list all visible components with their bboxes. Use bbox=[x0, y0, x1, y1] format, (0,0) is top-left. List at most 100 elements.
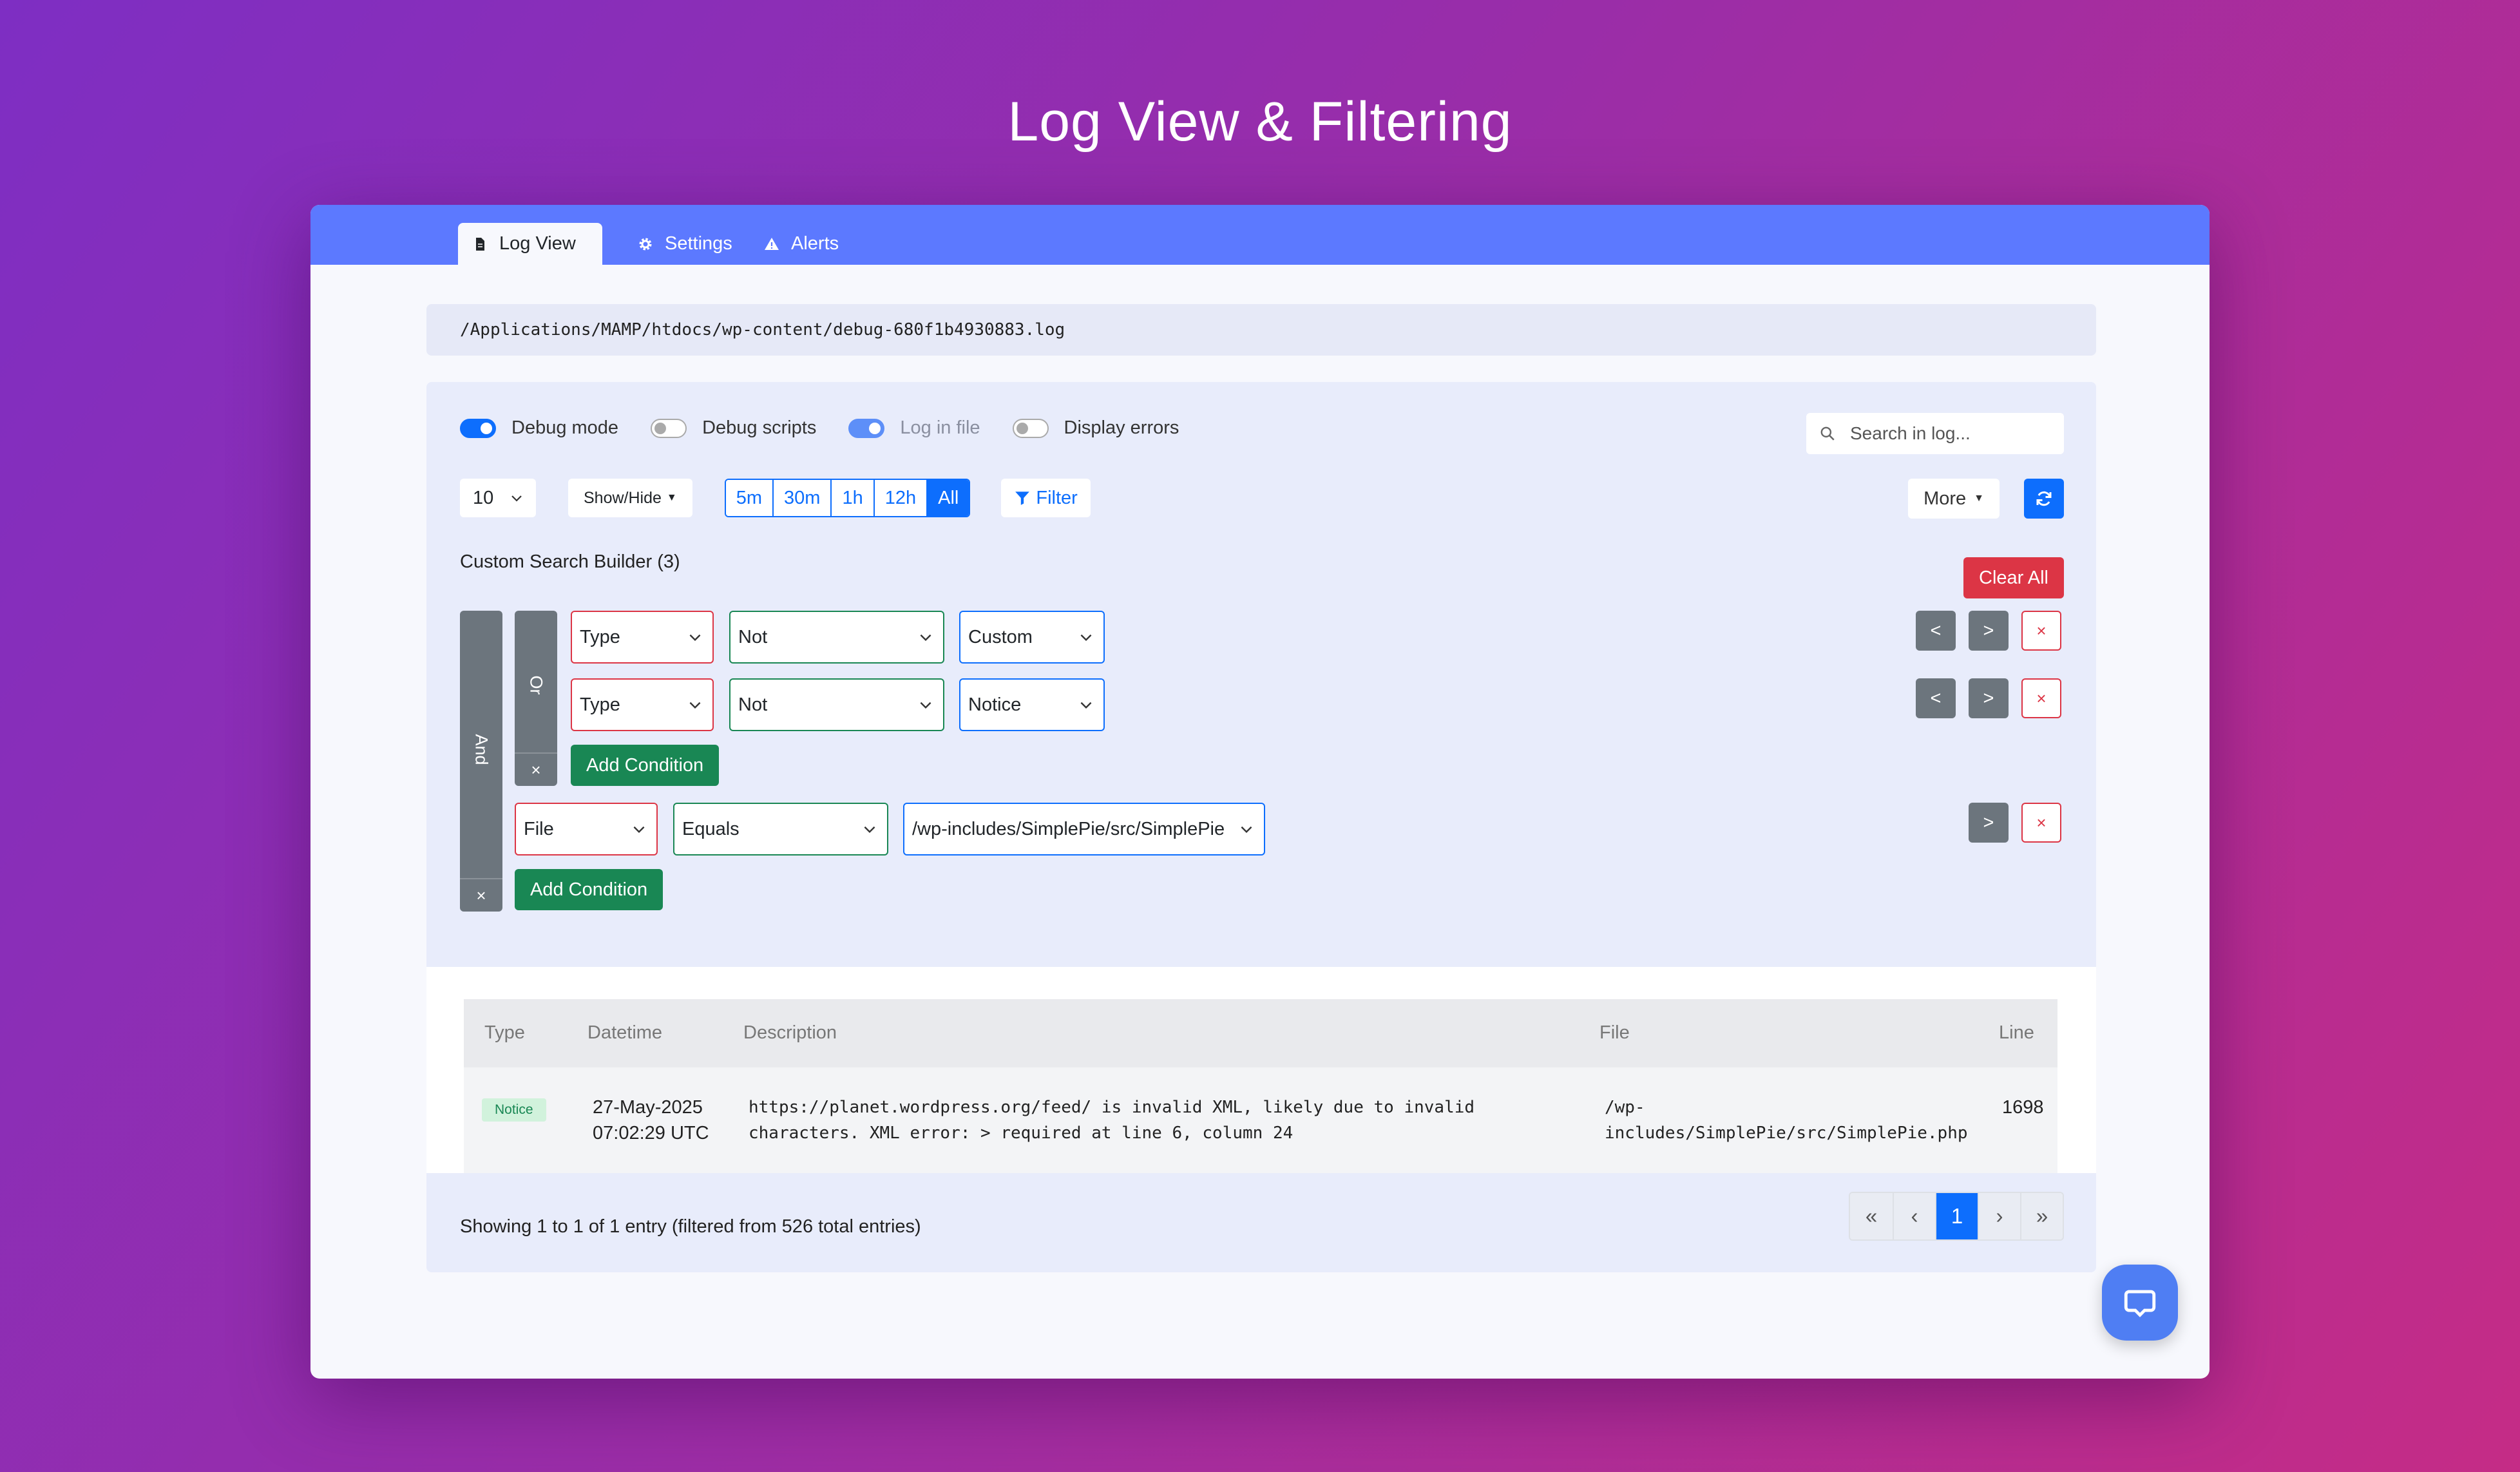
gear-icon bbox=[639, 238, 652, 250]
tab-log-view[interactable]: Log View bbox=[458, 223, 602, 265]
table-info: Showing 1 to 1 of 1 entry (filtered from… bbox=[460, 1216, 921, 1237]
search-builder-title: Custom Search Builder (3) bbox=[460, 551, 680, 572]
page-first-button[interactable]: « bbox=[1850, 1193, 1893, 1239]
condition-1-right-button[interactable]: > bbox=[1969, 611, 2009, 651]
column-header-line[interactable]: Line bbox=[1999, 1022, 2034, 1044]
chevron-down-icon bbox=[920, 634, 931, 642]
condition-3-value-select[interactable]: /wp-includes/SimplePie/src/SimplePie bbox=[903, 803, 1265, 855]
and-group-add-condition-button[interactable]: Add Condition bbox=[515, 869, 663, 910]
page-last-button[interactable]: » bbox=[2020, 1193, 2063, 1239]
chat-bubble-icon bbox=[2124, 1290, 2156, 1317]
remove-and-group-button[interactable]: × bbox=[460, 878, 502, 912]
caret-down-icon: ▼ bbox=[666, 492, 677, 503]
switch-debug-mode[interactable] bbox=[460, 418, 496, 438]
or-label: Or bbox=[526, 675, 546, 695]
tab-alerts[interactable]: Alerts bbox=[750, 223, 853, 265]
description-line-2: characters. XML error: > required at lin… bbox=[749, 1123, 1293, 1143]
log-table-container: Type Datetime Description File Line Noti… bbox=[426, 967, 2096, 1173]
filter-button[interactable]: Filter bbox=[1001, 479, 1091, 517]
datetime-date: 27-May-2025 bbox=[593, 1097, 703, 1118]
condition-1-field: Type bbox=[580, 626, 620, 647]
condition-2-value: Notice bbox=[968, 694, 1022, 715]
toggle-debug-mode[interactable]: Debug mode bbox=[460, 417, 618, 439]
condition-3-field: File bbox=[524, 818, 554, 839]
clear-all-button[interactable]: Clear All bbox=[1963, 557, 2064, 598]
condition-3-operator: Equals bbox=[682, 818, 740, 839]
refresh-button[interactable] bbox=[2024, 479, 2064, 519]
time-range-group: 5m 30m 1h 12h All bbox=[724, 479, 971, 517]
show-hide-button[interactable]: Show/Hide ▼ bbox=[568, 479, 692, 517]
caret-down-icon: ▼ bbox=[1974, 493, 1984, 504]
remove-or-group-button[interactable]: × bbox=[515, 752, 557, 786]
chevron-down-icon bbox=[511, 495, 522, 502]
condition-1-field-select[interactable]: Type bbox=[571, 611, 714, 664]
or-group-logic[interactable]: Or × bbox=[515, 611, 557, 786]
log-file-path: /Applications/MAMP/htdocs/wp-content/deb… bbox=[426, 304, 2096, 356]
file-line-1: /wp- bbox=[1605, 1098, 1645, 1117]
refresh-icon bbox=[2036, 491, 2052, 506]
time-range-5m[interactable]: 5m bbox=[725, 480, 773, 516]
condition-3-right-button[interactable]: > bbox=[1969, 803, 2009, 843]
switch-log-in-file[interactable] bbox=[848, 418, 885, 438]
condition-1-delete-button[interactable]: × bbox=[2021, 611, 2061, 651]
show-hide-label: Show/Hide bbox=[584, 488, 662, 507]
condition-1-operator: Not bbox=[738, 626, 768, 647]
warning-icon bbox=[765, 237, 779, 250]
condition-2-operator: Not bbox=[738, 694, 768, 715]
more-dropdown[interactable]: More ▼ bbox=[1908, 479, 2000, 519]
search-input[interactable]: Search in log... bbox=[1850, 423, 1971, 444]
chevron-down-icon bbox=[1080, 634, 1092, 642]
switch-debug-scripts[interactable] bbox=[651, 418, 687, 438]
file-icon bbox=[476, 237, 484, 251]
time-range-30m[interactable]: 30m bbox=[772, 480, 831, 516]
chevron-down-icon bbox=[864, 826, 875, 834]
page-length-select[interactable]: 10 bbox=[460, 479, 536, 517]
time-range-1h[interactable]: 1h bbox=[830, 480, 873, 516]
table-row[interactable]: Notice 27-May-2025 07:02:29 UTC https://… bbox=[464, 1067, 2057, 1173]
column-header-type[interactable]: Type bbox=[484, 1022, 525, 1044]
condition-1-left-button[interactable]: < bbox=[1916, 611, 1956, 651]
more-label: More bbox=[1923, 488, 1967, 509]
filter-label: Filter bbox=[1036, 487, 1078, 508]
condition-2-delete-button[interactable]: × bbox=[2021, 678, 2061, 718]
column-header-datetime[interactable]: Datetime bbox=[587, 1022, 662, 1044]
tab-settings[interactable]: Settings bbox=[624, 223, 747, 265]
condition-3-field-select[interactable]: File bbox=[515, 803, 658, 855]
search-icon bbox=[1820, 426, 1835, 441]
condition-3-delete-button[interactable]: × bbox=[2021, 803, 2061, 843]
condition-2-left-button[interactable]: < bbox=[1916, 678, 1956, 718]
toolbar: 10 Show/Hide ▼ 5m 30m 1h 12h All Filter bbox=[460, 479, 1091, 517]
chat-support-button[interactable] bbox=[2102, 1265, 2178, 1341]
switch-display-errors[interactable] bbox=[1012, 418, 1049, 438]
condition-3-operator-select[interactable]: Equals bbox=[673, 803, 888, 855]
condition-2-value-select[interactable]: Notice bbox=[959, 678, 1105, 731]
app-window: Log View Settings Alerts /Applications/M… bbox=[310, 205, 2210, 1379]
column-header-file[interactable]: File bbox=[1599, 1022, 1630, 1044]
condition-2-right-button[interactable]: > bbox=[1969, 678, 2009, 718]
page-length-value: 10 bbox=[473, 487, 494, 508]
column-header-description[interactable]: Description bbox=[743, 1022, 837, 1044]
page-current-button[interactable]: 1 bbox=[1935, 1193, 1978, 1239]
toggle-log-in-file[interactable]: Log in file bbox=[848, 417, 980, 439]
time-range-all[interactable]: All bbox=[926, 480, 969, 516]
and-label: And bbox=[472, 734, 492, 765]
condition-1-value-select[interactable]: Custom bbox=[959, 611, 1105, 664]
file-line-2: includes/SimplePie/src/SimplePie.php bbox=[1605, 1123, 1968, 1143]
and-group-logic[interactable]: And × bbox=[460, 611, 502, 912]
toggle-debug-scripts[interactable]: Debug scripts bbox=[651, 417, 816, 439]
condition-2-field: Type bbox=[580, 694, 620, 715]
tab-settings-label: Settings bbox=[665, 233, 732, 254]
time-range-12h[interactable]: 12h bbox=[873, 480, 927, 516]
condition-2-field-select[interactable]: Type bbox=[571, 678, 714, 731]
condition-1-operator-select[interactable]: Not bbox=[729, 611, 944, 664]
toggle-log-in-file-label: Log in file bbox=[900, 417, 980, 438]
line-cell: 1698 bbox=[2002, 1097, 2044, 1118]
or-group-add-condition-button[interactable]: Add Condition bbox=[571, 745, 720, 786]
condition-2-operator-select[interactable]: Not bbox=[729, 678, 944, 731]
toggle-display-errors[interactable]: Display errors bbox=[1012, 417, 1179, 439]
datetime-time: 07:02:29 UTC bbox=[593, 1123, 709, 1143]
log-search-box[interactable]: Search in log... bbox=[1806, 413, 2064, 454]
page-next-button[interactable]: › bbox=[1978, 1193, 2020, 1239]
page-prev-button[interactable]: ‹ bbox=[1893, 1193, 1935, 1239]
chevron-down-icon bbox=[689, 702, 701, 709]
